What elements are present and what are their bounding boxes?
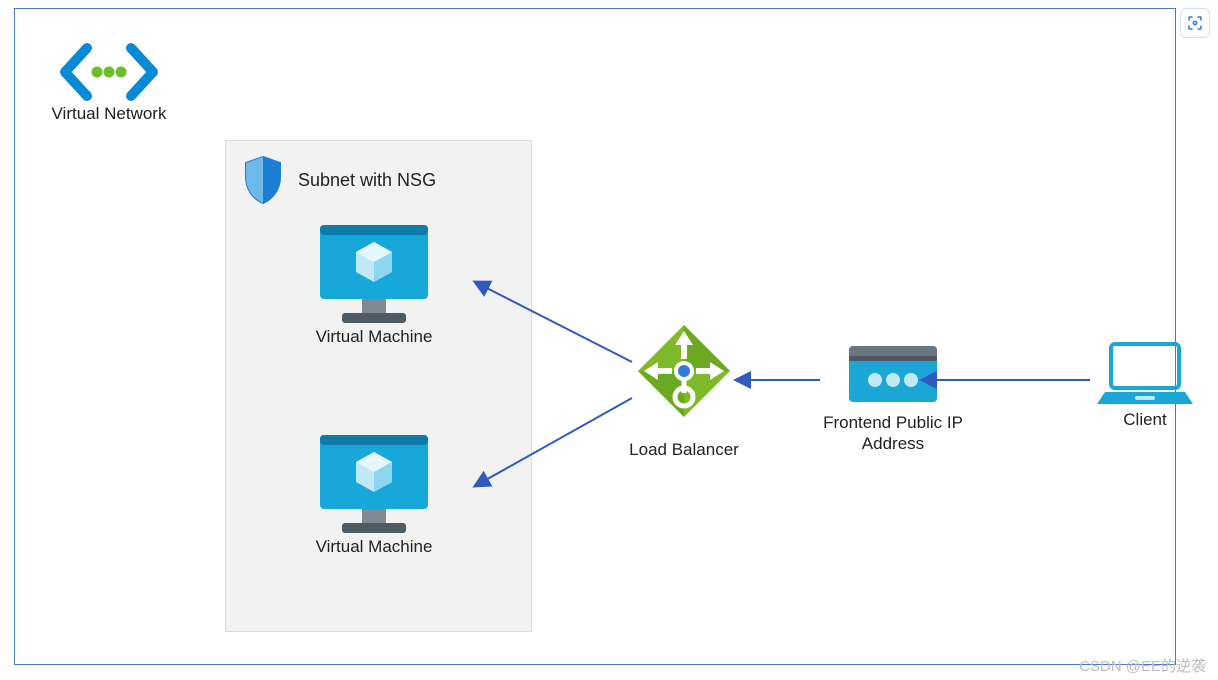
- virtual-machine-icon: [314, 221, 434, 327]
- vm-node-1: Virtual Machine: [274, 221, 474, 347]
- watermark: CSDN @EE的逆袭: [1079, 655, 1206, 676]
- diagram-stage: { "virtual_network": { "label": "Virtual…: [0, 0, 1218, 680]
- virtual-network-label: Virtual Network: [52, 104, 167, 124]
- subnet-title: Subnet with NSG: [298, 170, 436, 191]
- frontend-ip-label: Frontend Public IP Address: [823, 412, 963, 455]
- subnet-header: Subnet with NSG: [242, 155, 436, 205]
- public-ip-icon: [845, 342, 941, 412]
- expand-icon[interactable]: [1180, 8, 1210, 38]
- virtual-network-node: Virtual Network: [44, 40, 174, 124]
- vm2-label: Virtual Machine: [316, 537, 433, 557]
- client-label: Client: [1123, 410, 1166, 430]
- laptop-icon: [1095, 338, 1195, 410]
- vm1-label: Virtual Machine: [316, 327, 433, 347]
- load-balancer-icon: [625, 322, 743, 440]
- vm-node-2: Virtual Machine: [274, 431, 474, 557]
- shield-icon: [242, 155, 284, 205]
- virtual-network-icon: [57, 40, 161, 104]
- frontend-ip-node: Frontend Public IP Address: [818, 342, 968, 455]
- subnet-container: Subnet with NSG Virtual Machine: [225, 140, 532, 632]
- load-balancer-label: Load Balancer: [629, 440, 739, 460]
- client-node: Client: [1090, 338, 1200, 430]
- virtual-machine-icon: [314, 431, 434, 537]
- virtual-network-boundary: [14, 8, 1176, 665]
- load-balancer-node: Load Balancer: [614, 322, 754, 460]
